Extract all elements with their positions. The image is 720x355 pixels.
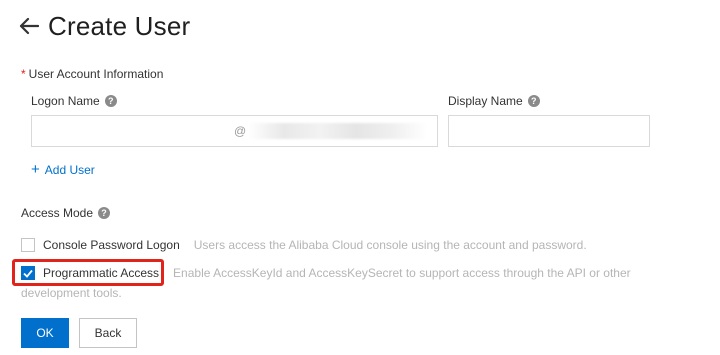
section-label-text: User Account Information: [28, 67, 164, 81]
logon-name-label: Logon Name ?: [31, 94, 117, 108]
option-console-password-logon[interactable]: Console Password Logon Users access the …: [21, 238, 587, 252]
display-name-label-text: Display Name: [448, 94, 523, 108]
console-password-checkbox[interactable]: [21, 238, 35, 252]
logon-domain-prefix: @: [234, 124, 247, 138]
ok-button[interactable]: OK: [21, 318, 69, 348]
option-label: Console Password Logon: [43, 238, 180, 252]
option-description-continued: development tools.: [21, 286, 122, 300]
access-mode-label: Access Mode ?: [21, 206, 111, 220]
page-title: Create User: [48, 10, 191, 41]
redacted-domain: [248, 123, 428, 139]
add-user-button[interactable]: + Add User: [31, 162, 95, 177]
display-name-input[interactable]: [448, 115, 650, 147]
help-icon[interactable]: ?: [98, 207, 111, 219]
back-button[interactable]: Back: [79, 318, 137, 348]
back-arrow-icon[interactable]: [18, 15, 40, 37]
add-user-label: Add User: [44, 162, 95, 177]
logon-name-input[interactable]: @: [31, 115, 438, 147]
option-description: Enable AccessKeyId and AccessKeySecret t…: [173, 266, 631, 280]
logon-name-label-text: Logon Name: [31, 94, 100, 108]
help-icon[interactable]: ?: [527, 95, 540, 107]
display-name-label: Display Name ?: [448, 94, 540, 108]
user-account-section-label: * User Account Information: [21, 67, 163, 81]
plus-icon: +: [31, 161, 40, 178]
help-icon[interactable]: ?: [104, 95, 117, 107]
highlight-box: [12, 259, 164, 286]
option-description: Users access the Alibaba Cloud console u…: [193, 238, 587, 252]
page-header: Create User: [18, 8, 190, 44]
access-mode-label-text: Access Mode: [21, 206, 94, 220]
required-mark: *: [21, 67, 26, 81]
